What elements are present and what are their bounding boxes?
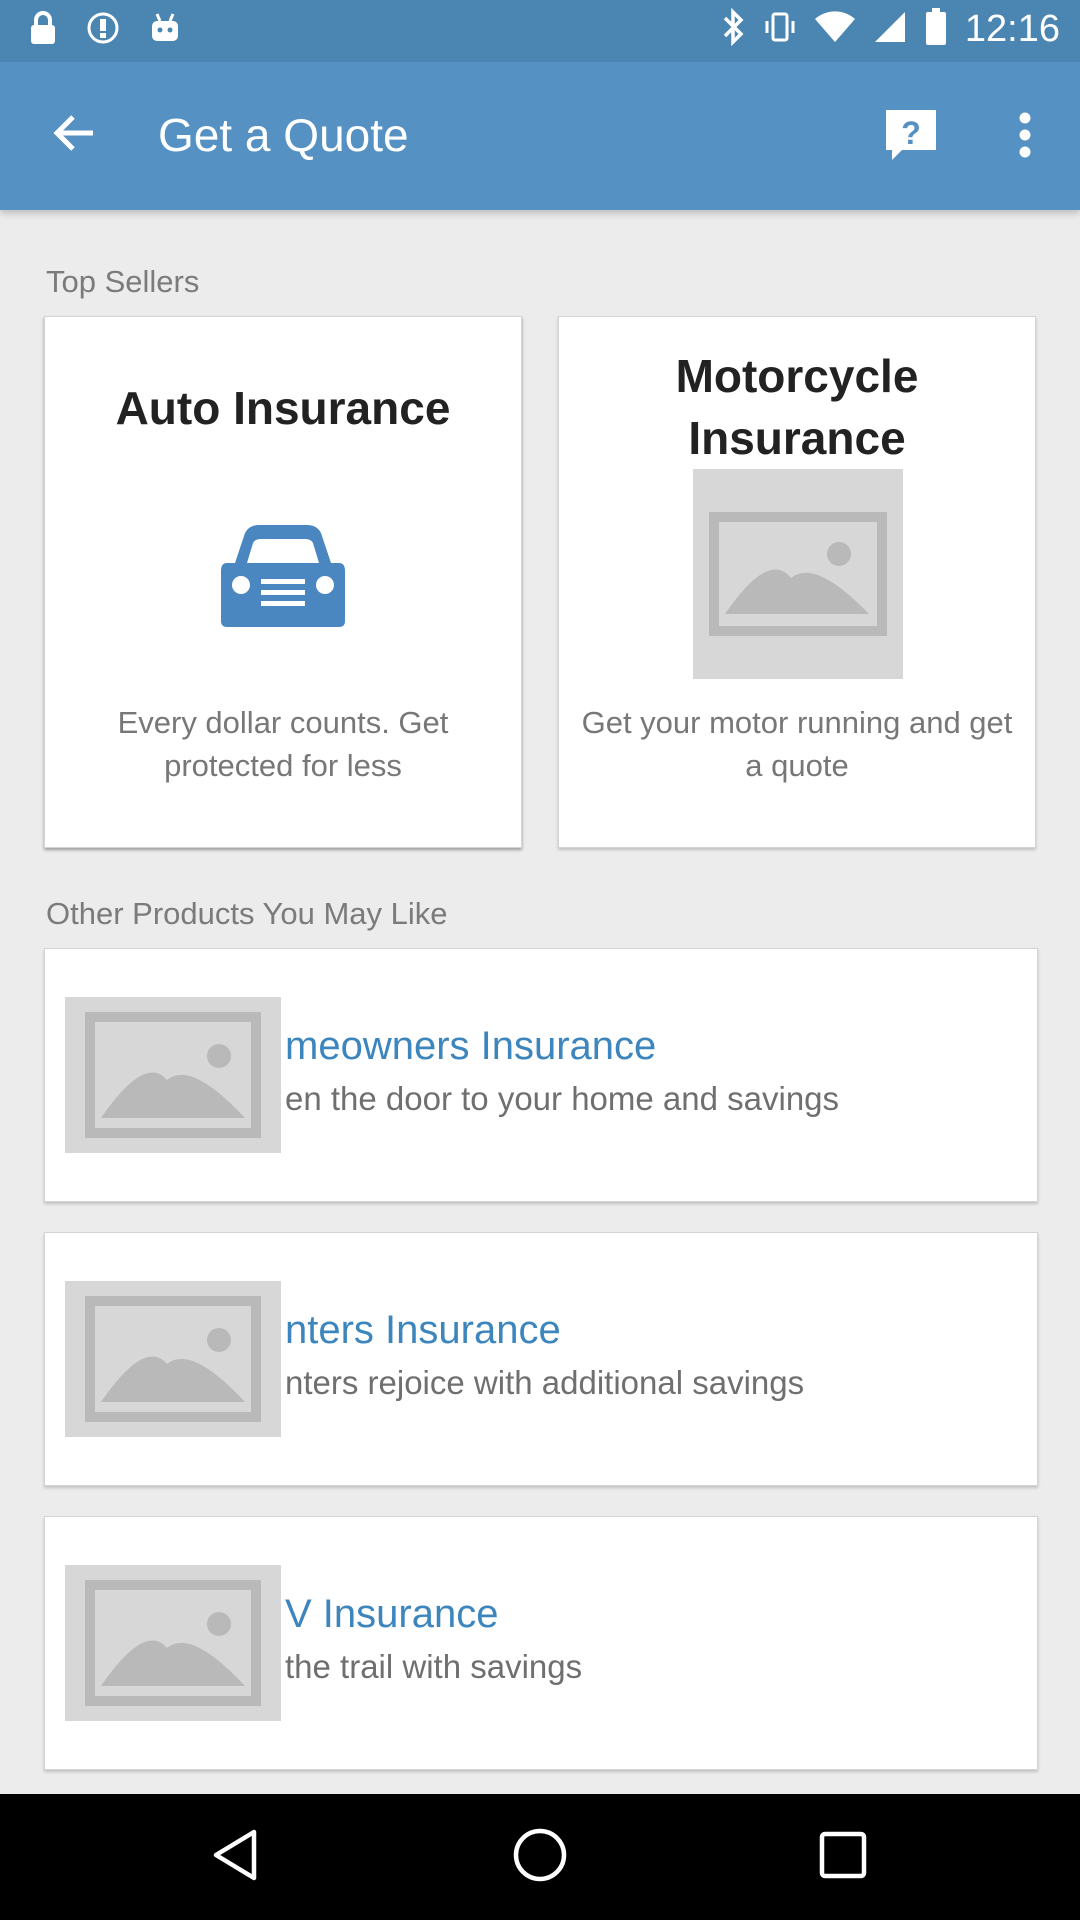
image-placeholder-icon — [693, 469, 903, 679]
nav-recents-button[interactable] — [810, 1824, 876, 1890]
card-title: Motorcycle Insurance — [675, 350, 919, 464]
wifi-icon — [814, 11, 855, 48]
auto-insurance-card[interactable]: Auto Insurance Every dollar counts. Get … — [44, 316, 522, 848]
list-item-subtitle: the trail with savings — [285, 1648, 583, 1685]
navigation-bar — [0, 1794, 1080, 1920]
help-button[interactable]: ? — [880, 106, 942, 168]
status-bar: 12:16 — [0, 0, 1080, 62]
help-icon: ? — [884, 108, 938, 167]
card-title: Auto Insurance — [115, 382, 451, 434]
back-triangle-icon — [210, 1828, 260, 1887]
list-item-subtitle: nters rejoice with additional savings — [285, 1364, 805, 1401]
home-circle-icon — [512, 1827, 568, 1888]
list-item-homeowners[interactable]: meowners Insurance en the door to your h… — [44, 948, 1038, 1202]
image-placeholder-icon — [65, 997, 281, 1153]
top-sellers-label: Top Sellers — [46, 264, 200, 299]
page-title: Get a Quote — [158, 109, 409, 161]
app-bar: Get a Quote ? — [0, 62, 1080, 210]
signal-icon — [873, 10, 907, 49]
more-options-button[interactable] — [1000, 106, 1050, 168]
other-products-label: Other Products You May Like — [46, 896, 448, 931]
nav-home-button[interactable] — [507, 1824, 573, 1890]
back-button[interactable] — [40, 102, 106, 168]
svg-text:?: ? — [901, 115, 921, 151]
list-item-title: meowners Insurance — [285, 1024, 657, 1068]
list-item-title: nters Insurance — [285, 1308, 561, 1352]
motorcycle-insurance-card[interactable]: Motorcycle Insurance Get your motor runn… — [558, 316, 1036, 848]
arrow-back-icon — [51, 113, 95, 158]
image-placeholder-icon — [65, 1281, 281, 1437]
car-icon — [219, 523, 347, 632]
lock-icon — [28, 10, 58, 51]
image-placeholder-icon — [65, 1565, 281, 1721]
list-item-title: V Insurance — [285, 1592, 499, 1636]
bluetooth-icon — [721, 7, 745, 51]
list-item-renters[interactable]: nters Insurance nters rejoice with addit… — [44, 1232, 1038, 1486]
system-icons: 12:16 — [721, 7, 1060, 51]
status-time: 12:16 — [964, 8, 1060, 50]
list-item-subtitle: en the door to your home and savings — [285, 1080, 840, 1117]
vibrate-icon — [763, 10, 797, 49]
recents-square-icon — [818, 1830, 868, 1885]
alert-icon — [86, 11, 120, 50]
more-vert-icon — [1018, 112, 1032, 163]
list-item-rv[interactable]: V Insurance the trail with savings — [44, 1516, 1038, 1770]
notification-icons — [28, 10, 182, 51]
battery-icon — [925, 8, 947, 51]
card-description: Get your motor running and get a quote — [581, 705, 1013, 783]
card-description: Every dollar counts. Get protected for l… — [117, 705, 449, 783]
nav-back-button[interactable] — [202, 1824, 268, 1890]
android-icon — [148, 11, 182, 50]
